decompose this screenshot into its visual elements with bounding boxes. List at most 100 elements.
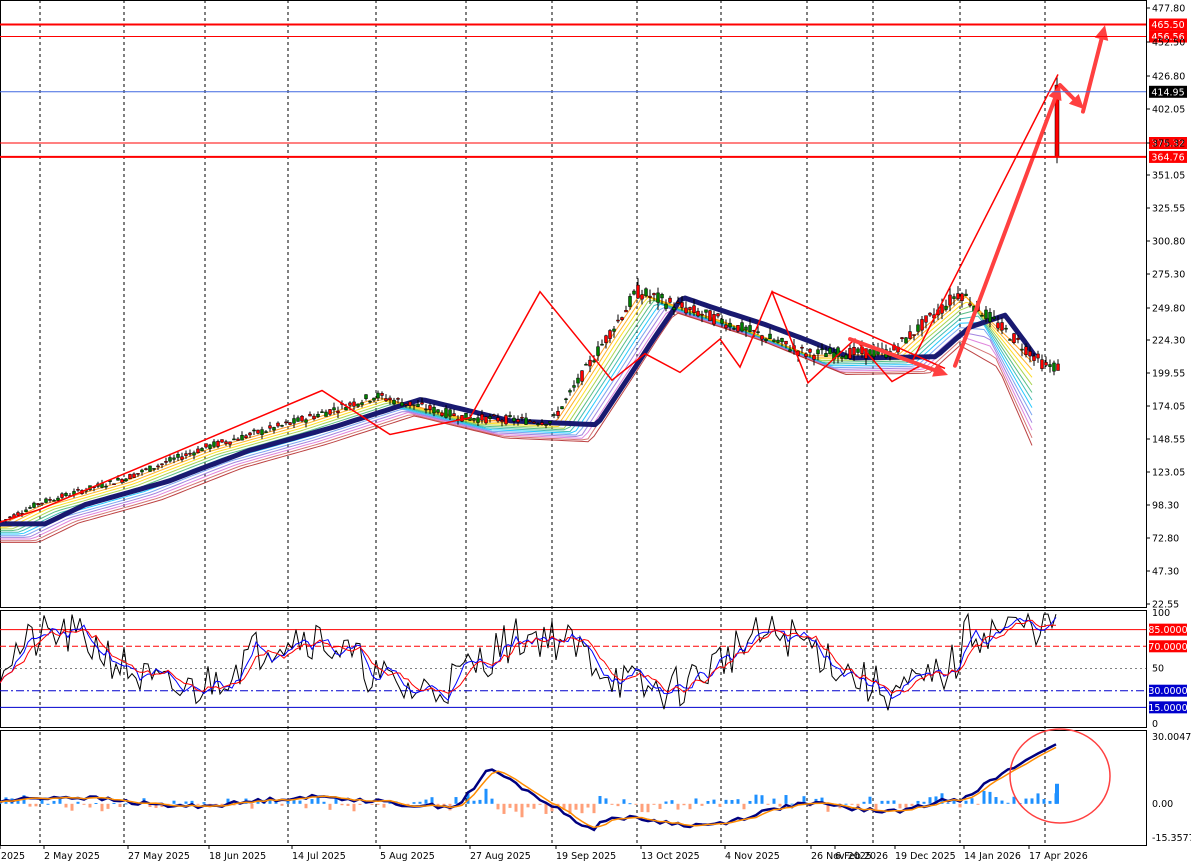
stoch-level-label: 70.0000 xyxy=(1148,642,1187,653)
candle-body xyxy=(996,322,1000,329)
candle-body xyxy=(388,397,392,401)
candle-body xyxy=(684,307,688,314)
candle-body xyxy=(916,324,920,332)
candle-body xyxy=(1024,346,1028,356)
osc-bar xyxy=(382,803,386,808)
osc-bar xyxy=(850,803,854,805)
candle-body xyxy=(176,454,180,458)
candle-body xyxy=(772,339,776,342)
price-axis-label: 351.05 xyxy=(1152,171,1185,182)
osc-bar xyxy=(748,800,752,804)
osc-bar xyxy=(280,803,284,806)
time-axis-label: 27 May 2025 xyxy=(128,851,190,862)
candle-body xyxy=(760,335,764,340)
osc-bar xyxy=(118,803,122,807)
osc-bar xyxy=(124,803,128,805)
osc-bar xyxy=(196,803,200,805)
candle-body xyxy=(692,305,696,313)
candle-body xyxy=(544,424,548,426)
candle-body xyxy=(232,438,236,441)
osc-bar xyxy=(520,803,524,818)
stoch-level-label: 30.0000 xyxy=(1148,686,1187,697)
chart-window[interactable]: 465.50 456.56 414.95 375.32 364.76 477.80 452.… xyxy=(0,0,1191,863)
candle-body xyxy=(656,292,660,303)
candle-body xyxy=(496,417,500,422)
candle-body xyxy=(664,303,668,309)
candle-body xyxy=(316,414,320,418)
candle-body xyxy=(512,417,516,422)
price-axis-label: 249.80 xyxy=(1152,304,1185,315)
candle-body xyxy=(852,346,856,355)
candle-body xyxy=(508,415,512,418)
candle-body xyxy=(724,324,728,329)
candle-body xyxy=(1044,362,1048,366)
candle-body xyxy=(780,338,784,343)
osc-bar xyxy=(316,797,320,804)
candle-body xyxy=(928,312,932,316)
osc-bar xyxy=(778,803,782,807)
price-axis-label: 426.80 xyxy=(1152,72,1185,83)
candle-body xyxy=(600,343,604,346)
candle-body xyxy=(104,485,108,488)
candle-body xyxy=(1008,339,1012,341)
price-chart[interactable]: 465.50456.56414.95375.32364.76477.80452.… xyxy=(0,0,1191,863)
time-axis-label: 5 Aug 2025 xyxy=(380,851,435,862)
osc-bar xyxy=(100,803,104,812)
osc-bar xyxy=(322,801,326,804)
price-axis-label: 375.32 xyxy=(1152,139,1185,150)
candle-body xyxy=(396,398,400,400)
candle-body xyxy=(640,294,644,300)
candle-body xyxy=(584,364,588,366)
candle-body xyxy=(624,310,628,313)
candle-body xyxy=(136,473,140,475)
osc-bar xyxy=(928,797,932,804)
candle-body xyxy=(296,417,300,422)
candle-body xyxy=(580,370,584,382)
osc-bar xyxy=(94,803,98,805)
candle-body xyxy=(776,339,780,343)
time-axis-label: 13 Oct 2025 xyxy=(641,851,700,862)
candle-body xyxy=(968,303,972,306)
level-label: 465.50 xyxy=(1151,20,1184,31)
osc-bar xyxy=(106,803,110,809)
candle-body xyxy=(120,479,124,483)
osc-bar xyxy=(784,795,788,804)
candle-body xyxy=(472,418,476,421)
candle-body xyxy=(528,420,532,423)
osc-bar xyxy=(1036,793,1040,804)
osc-bar xyxy=(676,803,680,810)
candle-body xyxy=(132,473,136,478)
candle-body xyxy=(304,419,308,423)
candle-body xyxy=(1012,333,1016,343)
candle-body xyxy=(64,493,68,496)
candle-body xyxy=(112,483,116,485)
candle-body xyxy=(408,401,412,406)
level-label: 414.95 xyxy=(1151,87,1184,98)
osc-bar xyxy=(880,800,884,804)
stoch-level-label: 15.0000 xyxy=(1148,703,1187,714)
candle-body xyxy=(220,439,224,443)
price-axis-label: 477.80 xyxy=(1152,4,1185,15)
candle-body xyxy=(180,456,184,460)
osc-bar xyxy=(754,794,758,804)
candle-body xyxy=(324,411,328,417)
osc-bar xyxy=(1006,802,1010,804)
osc-bar xyxy=(346,803,350,806)
stoch-axis-label: 0 xyxy=(1152,719,1158,730)
osc-bar xyxy=(532,803,536,809)
osc-bar xyxy=(88,803,92,808)
candle-body xyxy=(540,422,544,425)
candle-body xyxy=(1048,364,1052,367)
time-axis-label: r 2025 xyxy=(0,851,25,862)
osc-bar xyxy=(112,802,116,804)
candle-body xyxy=(1028,351,1032,357)
candle-body xyxy=(984,309,988,319)
price-axis-label: 199.55 xyxy=(1152,369,1185,380)
candle-body xyxy=(720,318,724,324)
osc-bar xyxy=(946,802,950,804)
candle-body xyxy=(988,312,992,322)
osc-bar xyxy=(412,802,416,804)
osc-bar xyxy=(370,803,374,805)
osc-bar xyxy=(898,803,902,809)
osc-bar xyxy=(496,803,500,810)
